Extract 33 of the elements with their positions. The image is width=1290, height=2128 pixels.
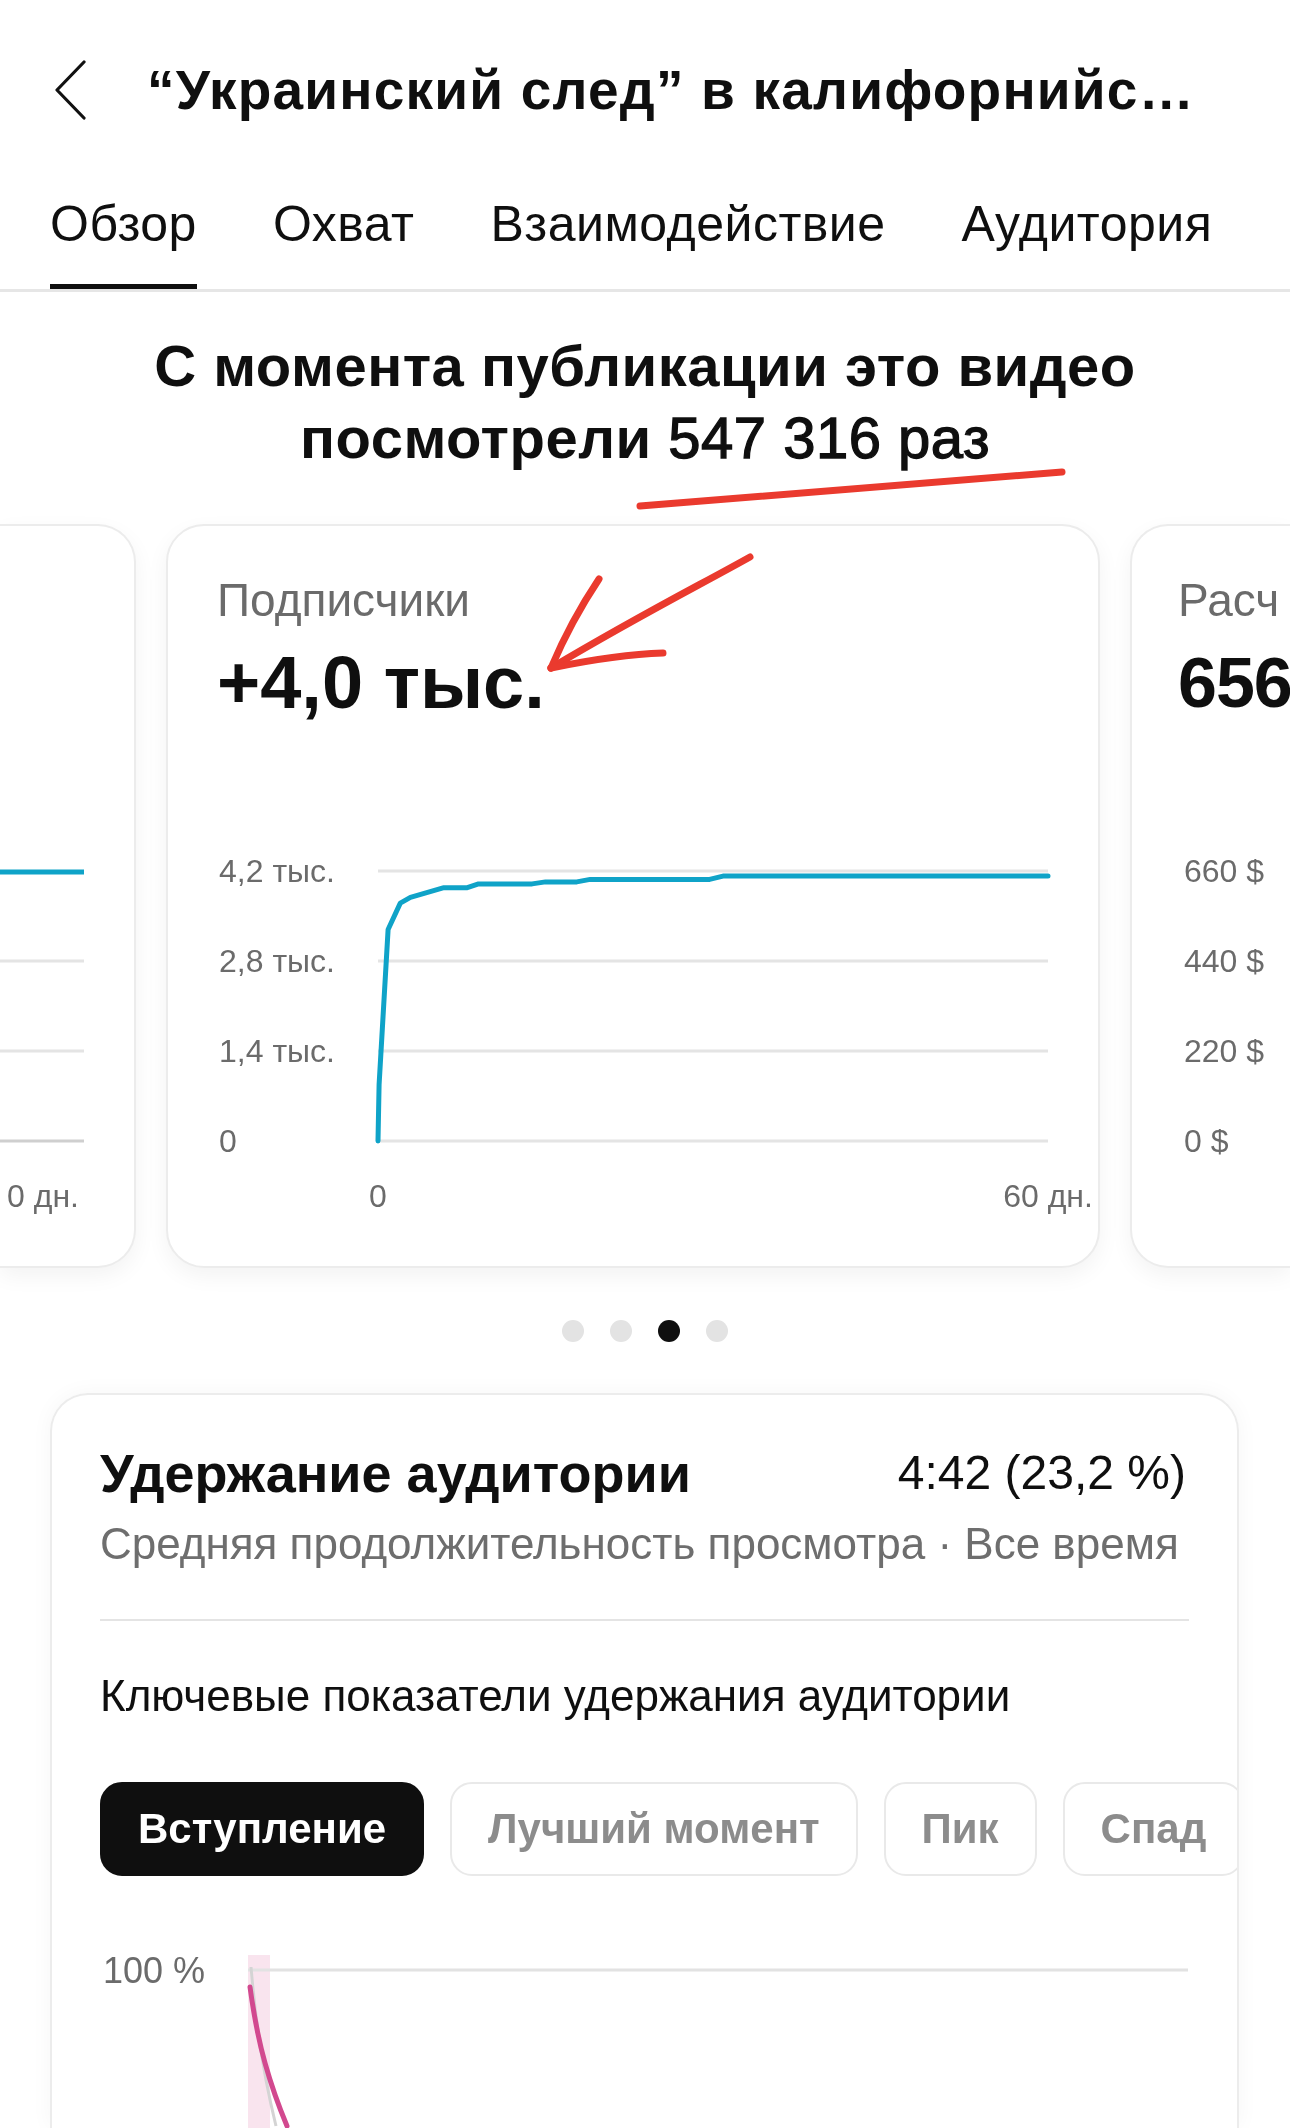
chevron-left-icon — [54, 60, 86, 120]
axis-tick-label: 60 дн. — [1003, 1178, 1093, 1214]
axis-tick-label: 220 $ — [1184, 1033, 1265, 1069]
axis-tick-label: 100 % — [103, 1949, 206, 1991]
tab[interactable]: Охват — [272, 180, 415, 289]
tab[interactable]: Взаимодействие — [490, 180, 886, 289]
back-button[interactable] — [54, 60, 86, 120]
retention-value: 4:42 (23,2 %) — [897, 1445, 1186, 1501]
axis-tick-label: 0 — [369, 1178, 387, 1214]
metric-label: Расч — [1178, 574, 1280, 626]
axis-tick-label: 660 $ — [1184, 853, 1265, 889]
axis-tick-label: 440 $ — [1184, 943, 1265, 979]
page-dot[interactable] — [658, 1320, 680, 1342]
axis-tick-label: 0 — [219, 1123, 237, 1159]
section-title: Удержание аудитории — [100, 1443, 691, 1503]
page-dot[interactable] — [562, 1320, 584, 1342]
metric-value: 656 — [1178, 643, 1290, 723]
axis-tick-label: 1,4 тыс. — [219, 1033, 335, 1069]
axis-tick-label: 4,2 тыс. — [219, 853, 335, 889]
metric-value: +4,0 тыс. — [217, 643, 545, 723]
section-subtitle: Средняя продолжительность просмотра · Все время — [100, 1519, 1179, 1569]
views-summary-text: С момента публикации это видео посмотрели 547 316 раз — [153, 332, 1137, 472]
video-title: “Украинский след” в калифорнийс… — [147, 58, 1195, 122]
key-metrics-label: Ключевые показатели удержания аудитории — [100, 1671, 1011, 1721]
metric-label: Подписчики — [217, 574, 471, 626]
axis-tick-label: 0 $ — [1184, 1123, 1229, 1159]
axis-tick-label: 2,8 тыс. — [219, 943, 335, 979]
tab[interactable]: Обзор — [50, 180, 197, 289]
axis-tick-label: 0 дн. — [7, 1178, 79, 1214]
filter-chip[interactable]: Вступление — [100, 1782, 425, 1876]
tab[interactable]: Аудитория — [961, 180, 1213, 289]
page-dot[interactable] — [610, 1320, 632, 1342]
page-dot[interactable] — [706, 1320, 728, 1342]
